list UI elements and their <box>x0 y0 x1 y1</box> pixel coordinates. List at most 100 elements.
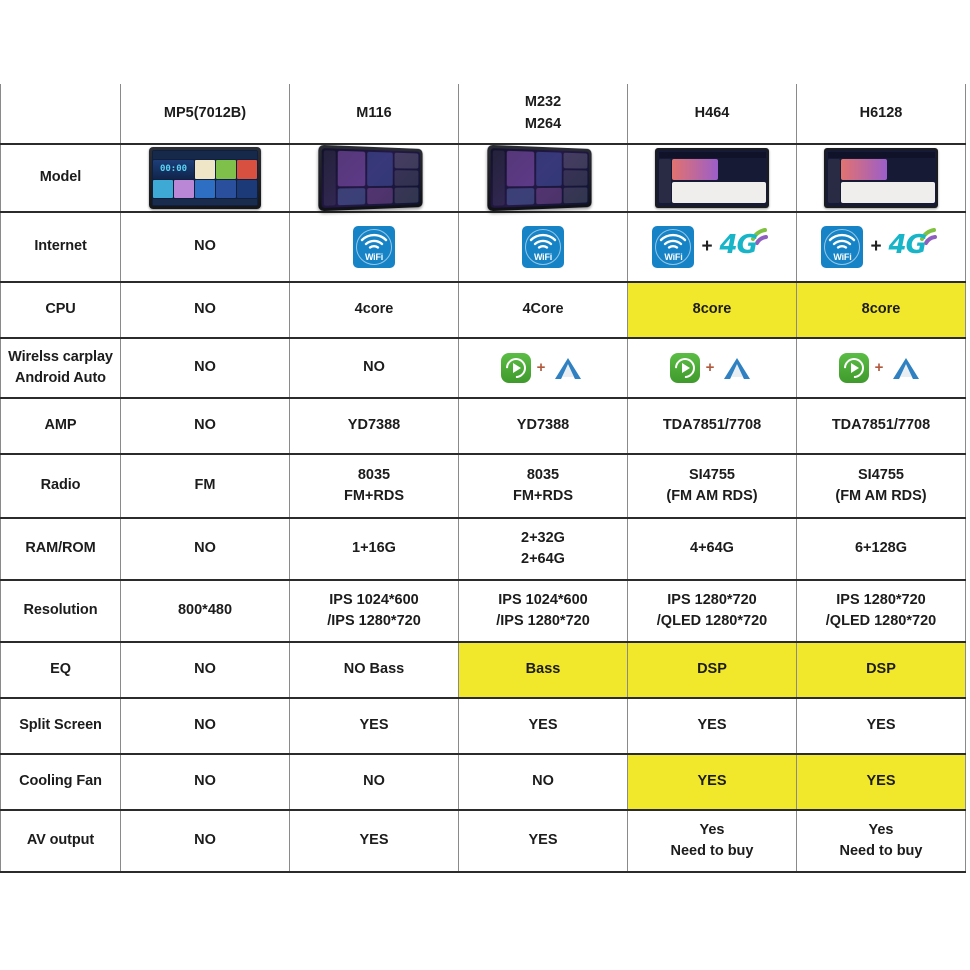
table-row-radio: Radio FM 8035 FM+RDS 8035 FM+RDS SI4755 … <box>0 453 966 519</box>
cell-av-m116: YES <box>289 809 459 873</box>
row-label-model: Model <box>0 143 121 213</box>
wifi-icon-label: WiFi <box>664 251 683 262</box>
cell-res-m116: IPS 1024*600 /IPS 1280*720 <box>289 579 459 643</box>
table-header-row: MP5(7012B) M116 M232 M264 H464 H6128 <box>0 84 966 145</box>
cell-line2: FM+RDS <box>512 488 574 504</box>
column-header-h464: H464 <box>627 84 797 145</box>
cell-internet-m116: WiFi <box>289 211 459 283</box>
wifi-icon: WiFi <box>353 226 395 268</box>
cell-av-mp5: NO <box>120 809 290 873</box>
table-row-model: Model 00:00 <box>0 143 966 213</box>
wifi-icon: WiFi <box>652 226 695 268</box>
cell-fan-m232: NO <box>458 753 628 811</box>
h6128-head-unit-image <box>801 148 961 208</box>
cell-radio-m232: 8035 FM+RDS <box>458 453 628 519</box>
row-label-split-screen: Split Screen <box>0 697 121 755</box>
row-label-radio: Radio <box>0 453 121 519</box>
cell-carplay-mp5: NO <box>120 337 290 399</box>
m232-head-unit-image <box>463 144 623 212</box>
column-header-label: M232 <box>524 94 562 111</box>
table-row-split-screen: Split Screen NO YES YES YES YES <box>0 697 966 755</box>
column-header-h6128: H6128 <box>796 84 966 145</box>
plus-separator: + <box>874 359 884 377</box>
column-header-m116: M116 <box>289 84 459 145</box>
comparison-table-container: MP5(7012B) M116 M232 M264 H464 H6128 Mod… <box>0 84 966 873</box>
cell-radio-h464: SI4755 (FM AM RDS) <box>627 453 797 519</box>
row-label-cpu: CPU <box>0 281 121 339</box>
cell-internet-h6128: WiFi + 4G <box>796 211 966 283</box>
table-row-eq: EQ NO NO Bass Bass DSP DSP <box>0 641 966 699</box>
table-row-ram-rom: RAM/ROM NO 1+16G 2+32G 2+64G 4+64G 6+128… <box>0 517 966 581</box>
android-auto-icon <box>551 353 585 383</box>
cell-cpu-m116: 4core <box>289 281 459 339</box>
table-corner-cell <box>0 84 121 145</box>
cell-carplay-m116: NO <box>289 337 459 399</box>
cell-cpu-mp5: NO <box>120 281 290 339</box>
cell-internet-m232: WiFi <box>458 211 628 283</box>
wifi-icon-label: WiFi <box>533 251 553 262</box>
cell-internet-h464: WiFi + 4G <box>627 211 797 283</box>
cell-line2: /QLED 1280*720 <box>825 613 937 629</box>
cell-radio-m116: 8035 FM+RDS <box>289 453 459 519</box>
cell-amp-m116: YD7388 <box>289 397 459 455</box>
cell-line1: IPS 1024*600 <box>329 591 419 608</box>
cell-model-m232 <box>458 143 628 213</box>
plus-separator: + <box>536 359 546 377</box>
column-header-m232: M232 M264 <box>458 84 628 145</box>
table-row-resolution: Resolution 800*480 IPS 1024*600 /IPS 128… <box>0 579 966 643</box>
cell-cpu-m232: 4Core <box>458 281 628 339</box>
cell-radio-mp5: FM <box>120 453 290 519</box>
cell-amp-mp5: NO <box>120 397 290 455</box>
row-label-amp: AMP <box>0 397 121 455</box>
android-auto-icon <box>720 353 754 383</box>
cell-model-h6128 <box>796 143 966 213</box>
table-row-cpu: CPU NO 4core 4Core 8core 8core <box>0 281 966 339</box>
cell-line1: IPS 1024*600 <box>498 591 588 608</box>
cell-ram-m116: 1+16G <box>289 517 459 581</box>
cell-fan-h464: YES <box>627 753 797 811</box>
cell-line2: 2+64G <box>521 551 565 567</box>
cell-line2: (FM AM RDS) <box>835 488 927 504</box>
mp5-head-unit-image: 00:00 <box>125 147 285 209</box>
cell-split-h464: YES <box>627 697 797 755</box>
table-row-wireless-carplay: Wirelss carplay Android Auto NO NO + + + <box>0 337 966 399</box>
row-label-internet: Internet <box>0 211 121 283</box>
cell-ram-h6128: 6+128G <box>796 517 966 581</box>
m116-head-unit-image <box>294 144 454 212</box>
cell-av-h464: Yes Need to buy <box>627 809 797 873</box>
cell-line2: Need to buy <box>670 843 754 859</box>
cell-model-h464 <box>627 143 797 213</box>
cell-split-mp5: NO <box>120 697 290 755</box>
table-row-cooling-fan: Cooling Fan NO NO NO YES YES <box>0 753 966 811</box>
cell-radio-h6128: SI4755 (FM AM RDS) <box>796 453 966 519</box>
column-header-label: M116 <box>356 104 392 121</box>
cell-fan-m116: NO <box>289 753 459 811</box>
cell-line1: 8035 <box>357 466 391 483</box>
cell-res-h6128: IPS 1280*720 /QLED 1280*720 <box>796 579 966 643</box>
cell-carplay-h6128: + <box>796 337 966 399</box>
cell-eq-h6128: DSP <box>796 641 966 699</box>
cell-line2: /IPS 1280*720 <box>496 613 590 629</box>
column-header-label: H6128 <box>859 104 903 121</box>
cell-model-m116 <box>289 143 459 213</box>
column-header-label-line2: M264 <box>524 115 562 132</box>
row-label-line2: Android Auto <box>15 370 106 386</box>
cell-line2: /IPS 1280*720 <box>327 613 421 629</box>
cell-line2: FM+RDS <box>343 488 405 504</box>
row-label-line1: Wirelss carplay <box>8 348 113 365</box>
cell-split-m116: YES <box>289 697 459 755</box>
cell-line1: IPS 1280*720 <box>667 591 757 608</box>
cell-line1: 2+32G <box>521 529 565 546</box>
cell-cpu-h464: 8core <box>627 281 797 339</box>
cell-cpu-h6128: 8core <box>796 281 966 339</box>
table-row-amp: AMP NO YD7388 YD7388 TDA7851/7708 TDA785… <box>0 397 966 455</box>
cell-split-m232: YES <box>458 697 628 755</box>
cell-carplay-h464: + <box>627 337 797 399</box>
row-label-ram-rom: RAM/ROM <box>0 517 121 581</box>
carplay-icon <box>669 353 700 383</box>
4g-icon-label: 4G <box>719 230 758 261</box>
plus-separator: + <box>870 236 882 258</box>
wifi-icon: WiFi <box>821 226 864 268</box>
cell-amp-m232: YD7388 <box>458 397 628 455</box>
carplay-icon <box>500 353 531 383</box>
